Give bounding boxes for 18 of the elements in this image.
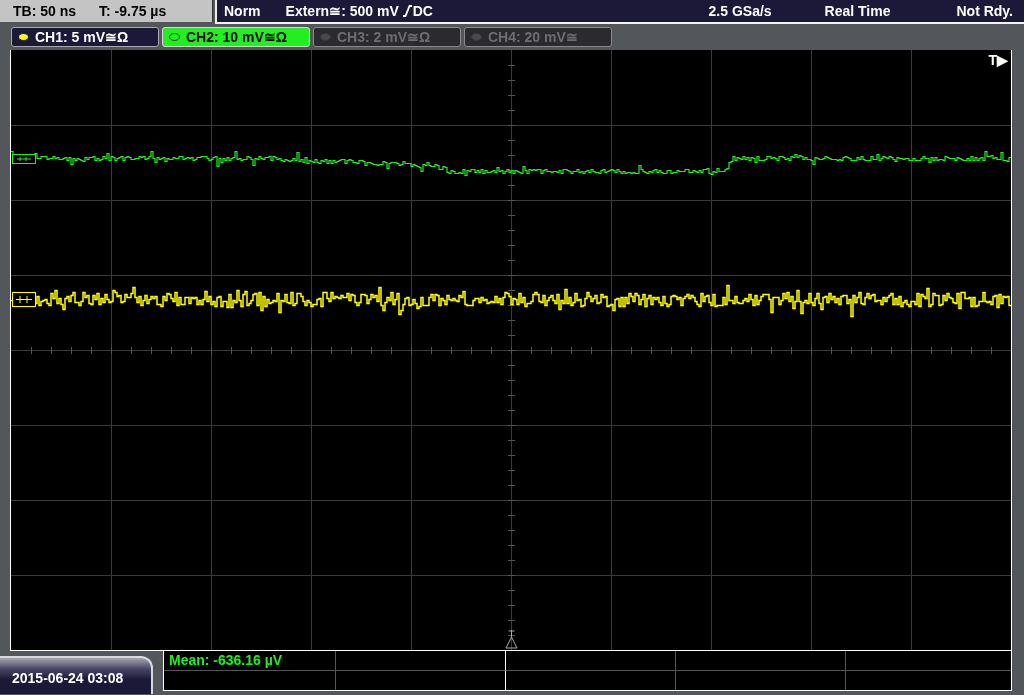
trigger-source: Extern≅: 500 mV: [285, 3, 399, 19]
channel-dot-icon: [320, 33, 331, 41]
trigger-position-icon: [505, 630, 518, 649]
date-time-label: 2015-06-24 03:08: [0, 656, 153, 694]
acquisition-status: Not Rdy.: [956, 3, 1013, 19]
trigger-marker: T▶: [988, 53, 1008, 67]
trigger-mode: Norm: [224, 3, 261, 19]
trigger-coupling: DC: [412, 3, 433, 19]
channel-dot-icon: [471, 33, 482, 41]
acquisition-mode: Real Time: [824, 3, 891, 19]
sample-rate: 2.5 GSa/s: [708, 3, 772, 19]
timebase-scale: TB: 50 ns: [13, 3, 76, 19]
measurement-cell: Mean: -636.16 µV: [164, 651, 336, 671]
trigger-time-offset: T: -9.75 µs: [99, 3, 167, 19]
channel-tab[interactable]: CH2: 10 mV≅Ω: [162, 27, 310, 47]
channel-tab[interactable]: CH1: 5 mV≅Ω: [11, 27, 159, 47]
rising-edge-icon: [402, 5, 412, 17]
channel-dot-icon: [169, 33, 180, 41]
